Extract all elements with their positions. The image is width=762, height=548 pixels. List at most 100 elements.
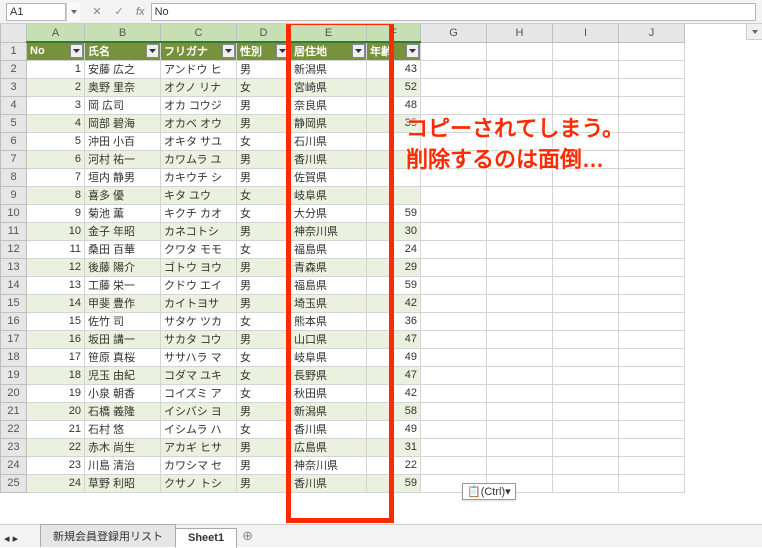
cell[interactable] [553,348,619,366]
header-cell[interactable]: 居住地 [291,42,367,60]
col-header-A[interactable]: A [27,24,85,42]
cell[interactable] [487,330,553,348]
cell[interactable] [553,240,619,258]
cell[interactable] [421,42,487,60]
cell[interactable]: 10 [27,222,85,240]
name-box-dropdown[interactable] [66,3,80,21]
cell[interactable]: 42 [367,384,421,402]
cell[interactable] [421,348,487,366]
cell[interactable] [487,348,553,366]
cell[interactable]: 36 [367,312,421,330]
cell[interactable]: 児玉 由紀 [85,366,161,384]
cell[interactable]: 石村 悠 [85,420,161,438]
cell[interactable]: 男 [237,276,291,294]
cell[interactable] [487,78,553,96]
cell[interactable] [619,78,685,96]
cell[interactable]: 青森県 [291,258,367,276]
cell[interactable]: 6 [27,150,85,168]
cell[interactable] [487,420,553,438]
row-header[interactable]: 6 [1,132,27,150]
select-all-corner[interactable] [1,24,27,42]
cell[interactable]: 男 [237,222,291,240]
row-header[interactable]: 19 [1,366,27,384]
cell[interactable] [487,222,553,240]
cell[interactable] [487,258,553,276]
cell[interactable]: 赤木 尚生 [85,438,161,456]
cell[interactable]: 29 [367,258,421,276]
cell[interactable] [619,96,685,114]
cell[interactable] [421,294,487,312]
cell[interactable] [553,276,619,294]
cell[interactable]: 福島県 [291,240,367,258]
cell[interactable]: 福島県 [291,276,367,294]
cell[interactable]: 3 [27,96,85,114]
cell[interactable]: 男 [237,330,291,348]
row-header[interactable]: 21 [1,402,27,420]
cell[interactable] [619,276,685,294]
cell[interactable]: 15 [27,312,85,330]
cell[interactable]: 甲斐 豊作 [85,294,161,312]
cell[interactable]: 女 [237,312,291,330]
cell[interactable] [487,186,553,204]
cell[interactable] [553,258,619,276]
col-header-B[interactable]: B [85,24,161,42]
cell[interactable]: 女 [237,384,291,402]
row-header[interactable]: 14 [1,276,27,294]
cell[interactable] [619,186,685,204]
row-header[interactable]: 9 [1,186,27,204]
cell[interactable] [487,402,553,420]
row-header[interactable]: 2 [1,60,27,78]
cell[interactable]: コイズミ ア [161,384,237,402]
cell[interactable]: 奥野 里奈 [85,78,161,96]
cell[interactable]: 男 [237,96,291,114]
row-header[interactable]: 15 [1,294,27,312]
cell[interactable]: 12 [27,258,85,276]
cell[interactable] [619,312,685,330]
cell[interactable]: 17 [27,348,85,366]
row-header[interactable]: 5 [1,114,27,132]
filter-button[interactable] [146,44,159,58]
cell[interactable] [553,204,619,222]
cell[interactable] [487,96,553,114]
cell[interactable]: 2 [27,78,85,96]
cell[interactable]: 男 [237,294,291,312]
cell[interactable]: 59 [367,474,421,492]
row-header[interactable]: 25 [1,474,27,492]
cell[interactable]: 13 [27,276,85,294]
filter-button[interactable] [406,44,419,58]
cell[interactable]: 48 [367,96,421,114]
cell[interactable]: 59 [367,276,421,294]
cell[interactable]: 安藤 広之 [85,60,161,78]
cell[interactable]: 長野県 [291,366,367,384]
cell[interactable]: カワムラ ユ [161,150,237,168]
cell[interactable]: 47 [367,330,421,348]
cell[interactable]: 神奈川県 [291,456,367,474]
cell[interactable]: 沖田 小百 [85,132,161,150]
cell[interactable]: 山口県 [291,330,367,348]
cell[interactable] [421,78,487,96]
cell[interactable] [553,456,619,474]
cell[interactable] [619,204,685,222]
cell[interactable]: 女 [237,186,291,204]
cell[interactable]: ゴトウ ヨウ [161,258,237,276]
cell[interactable] [421,420,487,438]
cell[interactable]: クワタ モモ [161,240,237,258]
cell[interactable] [421,276,487,294]
cell[interactable]: 男 [237,474,291,492]
row-header[interactable]: 20 [1,384,27,402]
cell[interactable] [619,456,685,474]
row-header[interactable]: 23 [1,438,27,456]
cell[interactable] [487,366,553,384]
cell[interactable] [553,420,619,438]
cell[interactable] [487,276,553,294]
cell[interactable] [487,60,553,78]
cell[interactable]: 1 [27,60,85,78]
col-header-E[interactable]: E [291,24,367,42]
cell[interactable]: 菊池 薫 [85,204,161,222]
filter-button[interactable] [276,44,289,58]
row-header[interactable]: 3 [1,78,27,96]
cell[interactable]: 21 [27,420,85,438]
row-header[interactable]: 10 [1,204,27,222]
cell[interactable]: コダマ ユキ [161,366,237,384]
cell[interactable]: 女 [237,348,291,366]
